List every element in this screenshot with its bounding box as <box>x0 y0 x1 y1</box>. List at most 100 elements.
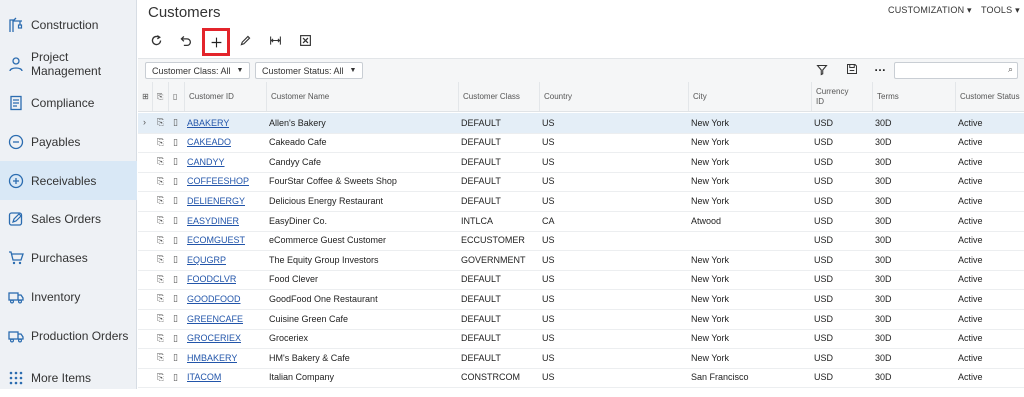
sidebar-item-purchases[interactable]: Purchases <box>0 238 137 277</box>
paperclip-icon[interactable]: ⎘ <box>157 313 164 324</box>
table-row[interactable]: ⎘ ▯ FOODCLVR Food Clever DEFAULT US New York US… <box>138 270 1024 291</box>
paperclip-icon[interactable]: ⎘ <box>157 274 164 285</box>
add-record-button[interactable] <box>202 28 230 56</box>
undo-button[interactable] <box>175 30 195 50</box>
table-row[interactable]: ⎘ ▯ DELIENERGY Delicious Energy Restaurant D… <box>138 191 1024 212</box>
sidebar-item-more-items[interactable]: More Items <box>0 358 137 397</box>
customer-id-link[interactable]: GROCERIEX <box>187 329 241 348</box>
paperclip-icon[interactable]: ⎘ <box>157 117 164 128</box>
customer-status: Active <box>958 333 983 344</box>
paperclip-icon[interactable]: ⎘ <box>157 254 164 265</box>
table-row[interactable]: ⎘ ▯ HMBAKERY HM's Bakery & Cafe DEFAULT US New… <box>138 348 1024 369</box>
customer-id-link[interactable]: EQUGRP <box>187 250 226 269</box>
customer-id-link[interactable]: EASYDINER <box>187 211 239 230</box>
col-customer-id[interactable]: Customer ID <box>184 82 266 111</box>
table-row[interactable]: › ⎘ ▯ ABAKERY Allen's Bakery DEFAULT US New Yor… <box>138 113 1024 134</box>
edit-button[interactable] <box>235 30 255 50</box>
table-row[interactable]: ⎘ ▯ ITACOM Italian Company CONSTRCOM US San Fr… <box>138 368 1024 389</box>
sidebar-item-payables[interactable]: Payables <box>0 122 137 161</box>
file-icon[interactable]: ▯ <box>173 117 178 128</box>
file-icon[interactable]: ▯ <box>173 137 178 148</box>
table-row[interactable]: ⎘ ▯ GOODFOOD GoodFood One Restaurant DEFAULT… <box>138 289 1024 310</box>
customer-status-filter[interactable]: Customer Status: All ▼ <box>255 62 364 79</box>
save-filter-button[interactable] <box>846 62 858 80</box>
terms: 30D <box>875 274 892 285</box>
customer-id-link[interactable]: HMBAKERY <box>187 348 237 367</box>
pencil-icon <box>240 35 250 45</box>
more-options-button[interactable]: … <box>874 60 886 74</box>
customer-id-link[interactable]: FOODCLVR <box>187 270 236 289</box>
paperclip-icon[interactable]: ⎘ <box>157 372 164 383</box>
customer-id-link[interactable]: CANDYY <box>187 152 225 171</box>
crane-icon <box>8 17 24 33</box>
col-terms[interactable]: Terms <box>872 82 955 111</box>
customer-status: Active <box>958 156 983 167</box>
country: US <box>542 156 555 167</box>
row-selector-header[interactable]: ⊞ <box>138 82 152 111</box>
customer-id-link[interactable]: DELIENERGY <box>187 191 245 210</box>
file-icon[interactable]: ▯ <box>173 352 178 363</box>
table-row[interactable]: ⎘ ▯ CAKEADO Cakeado Cafe DEFAULT US New York US… <box>138 133 1024 154</box>
paperclip-icon[interactable]: ⎘ <box>157 293 164 304</box>
table-row[interactable]: ⎘ ▯ GROCERIEX Groceriex DEFAULT US New York USD… <box>138 329 1024 350</box>
table-row[interactable]: ⎘ ▯ CANDYY Candyy Cafe DEFAULT US New York USD 3… <box>138 152 1024 173</box>
paperclip-icon[interactable]: ⎘ <box>157 176 164 187</box>
col-customer-name[interactable]: Customer Name <box>266 82 458 111</box>
paperclip-icon[interactable]: ⎘ <box>157 235 164 246</box>
sidebar-item-construction[interactable]: Construction <box>0 5 137 44</box>
col-city[interactable]: City <box>688 82 811 111</box>
table-row[interactable]: ⎘ ▯ GREENCAFE Cuisine Green Cafe DEFAULT US Ne… <box>138 309 1024 330</box>
col-customer-class[interactable]: Customer Class <box>458 82 539 111</box>
sidebar-item-receivables[interactable]: Receivables <box>0 161 137 200</box>
paperclip-icon[interactable]: ⎘ <box>157 352 164 363</box>
file-icon[interactable]: ▯ <box>173 215 178 226</box>
sidebar-item-compliance[interactable]: Compliance <box>0 83 137 122</box>
tools-menu[interactable]: TOOLS ▾ <box>981 5 1020 16</box>
paperclip-icon[interactable]: ⎘ <box>157 137 164 148</box>
country: US <box>542 195 555 206</box>
table-row[interactable]: ⎘ ▯ EASYDINER EasyDiner Co. INTLCA CA Atwood US… <box>138 211 1024 232</box>
sidebar-item-inventory[interactable]: Inventory <box>0 277 137 316</box>
customer-id-link[interactable]: COFFEESHOP <box>187 172 249 191</box>
city: New York <box>691 137 730 148</box>
file-icon[interactable]: ▯ <box>173 156 178 167</box>
file-icon[interactable]: ▯ <box>173 235 178 246</box>
file-icon[interactable]: ▯ <box>173 313 178 324</box>
file-icon[interactable]: ▯ <box>173 176 178 187</box>
file-icon[interactable]: ▯ <box>173 274 178 285</box>
table-row[interactable]: ⎘ ▯ EQUGRP The Equity Group Investors GOVERN… <box>138 250 1024 271</box>
sidebar-item-project-management[interactable]: Project Management <box>0 44 137 83</box>
fit-columns-button[interactable] <box>265 30 285 50</box>
sidebar-item-production-orders[interactable]: Production Orders <box>0 316 137 355</box>
paperclip-icon[interactable]: ⎘ <box>157 156 164 167</box>
col-customer-status[interactable]: Customer Status <box>955 82 1024 111</box>
file-icon[interactable]: ▯ <box>173 333 178 344</box>
customer-id-link[interactable]: GREENCAFE <box>187 309 243 328</box>
table-row[interactable]: ⎘ ▯ COFFEESHOP FourStar Coffee & Sweets Sho… <box>138 172 1024 193</box>
customer-id-link[interactable]: GOODFOOD <box>187 289 241 308</box>
customer-id-link[interactable]: ABAKERY <box>187 113 229 132</box>
file-icon[interactable]: ▯ <box>173 195 178 206</box>
col-currency-id[interactable]: Currency ID <box>811 82 872 111</box>
paperclip-icon[interactable]: ⎘ <box>157 215 164 226</box>
customer-class: DEFAULT <box>461 333 501 344</box>
customer-class-filter[interactable]: Customer Class: All ▼ <box>145 62 251 79</box>
sidebar-item-sales-orders[interactable]: Sales Orders <box>0 199 137 238</box>
export-excel-button[interactable] <box>295 30 315 50</box>
file-icon[interactable]: ▯ <box>173 372 178 383</box>
customization-menu[interactable]: CUSTOMIZATION ▾ <box>888 5 972 16</box>
paperclip-icon[interactable]: ⎘ <box>157 195 164 206</box>
paperclip-icon[interactable]: ⎘ <box>157 333 164 344</box>
country: US <box>542 176 555 187</box>
customer-id-link[interactable]: CAKEADO <box>187 133 231 152</box>
file-icon[interactable]: ▯ <box>173 254 178 265</box>
customer-id-link[interactable]: ECOMGUEST <box>187 231 245 250</box>
filter-button[interactable] <box>816 63 828 81</box>
file-icon[interactable]: ▯ <box>173 293 178 304</box>
refresh-button[interactable] <box>146 30 166 50</box>
customer-id-link[interactable]: ITACOM <box>187 368 221 387</box>
col-country[interactable]: Country <box>539 82 688 111</box>
search-input[interactable]: ⌕ <box>894 62 1018 79</box>
table-row[interactable]: ⎘ ▯ ECOMGUEST eCommerce Guest Customer ECCUS… <box>138 231 1024 252</box>
cart-icon <box>8 250 24 266</box>
